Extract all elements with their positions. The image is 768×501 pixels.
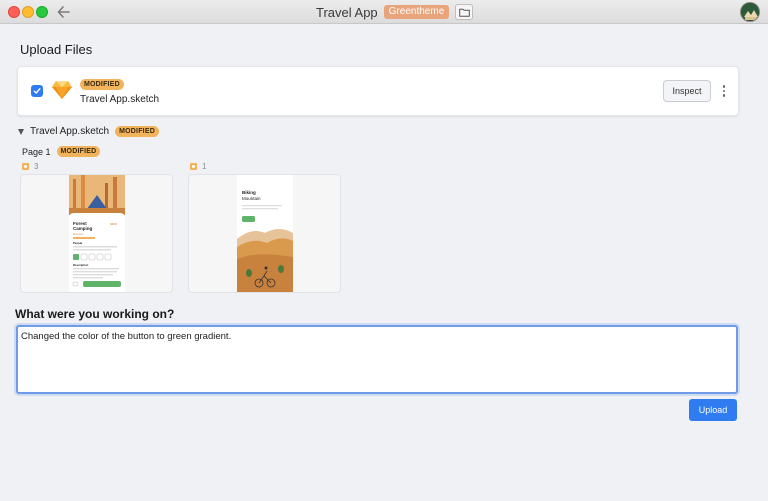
document-name: Travel App.sketch <box>30 126 110 137</box>
folder-icon <box>458 8 470 17</box>
document-status-badge: MODIFIED <box>115 126 159 137</box>
artboard-preview-biking-mountain: Biking Mountain <box>237 175 293 292</box>
artboard-count: 1 <box>202 162 207 171</box>
window-title: Travel App <box>316 4 378 20</box>
artboard-card-forest-camping[interactable]: Forest Camping $220 Mountain People Desc… <box>20 174 173 293</box>
artboard-meta-1: 3 <box>22 162 38 171</box>
theme-tag[interactable]: Greentheme <box>383 5 450 19</box>
preview-subtitle: Mountain <box>73 232 84 236</box>
file-checkbox[interactable] <box>31 85 43 97</box>
open-folder-button[interactable] <box>455 4 474 20</box>
preview-people-label: People <box>73 241 83 245</box>
artboard-icon <box>22 163 29 170</box>
preview-price: $220 <box>110 222 117 226</box>
comment-question: What were you working on? <box>15 307 175 321</box>
zoom-window-button[interactable] <box>36 6 48 18</box>
title-bar: Travel App Greentheme <box>0 0 768 24</box>
arrow-left-icon[interactable] <box>56 3 72 21</box>
file-card: MODIFIED Travel App.sketch Inspect <box>17 66 739 116</box>
comment-textarea[interactable]: Changed the color of the button to green… <box>16 325 738 394</box>
inspect-button[interactable]: Inspect <box>663 80 711 102</box>
sketch-diamond-icon <box>51 80 73 100</box>
page-status-badge: MODIFIED <box>56 146 101 157</box>
artboard-card-biking-mountain[interactable]: Biking Mountain <box>188 174 341 293</box>
preview-description-label: Description <box>73 263 89 267</box>
page-tree-row[interactable]: Page 1 MODIFIED <box>22 146 101 157</box>
minimize-window-button[interactable] <box>22 6 34 18</box>
preview-title-line1: Biking <box>242 190 256 195</box>
artboard-icon <box>190 163 197 170</box>
document-tree-row[interactable]: Travel App.sketch MODIFIED <box>18 126 159 137</box>
artboard-count: 3 <box>34 162 39 171</box>
artboard-meta-2: 1 <box>190 162 206 171</box>
preview-title-line2: Mountain <box>242 196 261 201</box>
upload-button[interactable]: Upload <box>689 399 737 421</box>
preview-title-line2: Camping <box>73 226 93 231</box>
triangle-down-icon[interactable] <box>18 128 24 135</box>
file-name: Travel App.sketch <box>80 94 160 105</box>
artboard-preview-forest-camping: Forest Camping $220 Mountain People Desc… <box>69 175 125 292</box>
avatar[interactable] <box>740 2 760 22</box>
close-window-button[interactable] <box>8 6 20 18</box>
page-title: Upload Files <box>20 42 93 57</box>
file-status-badge: MODIFIED <box>80 79 124 90</box>
page-name: Page 1 <box>22 146 51 157</box>
window-title-group: Travel App Greentheme <box>316 4 474 20</box>
vertical-ellipsis-icon[interactable] <box>718 80 730 102</box>
